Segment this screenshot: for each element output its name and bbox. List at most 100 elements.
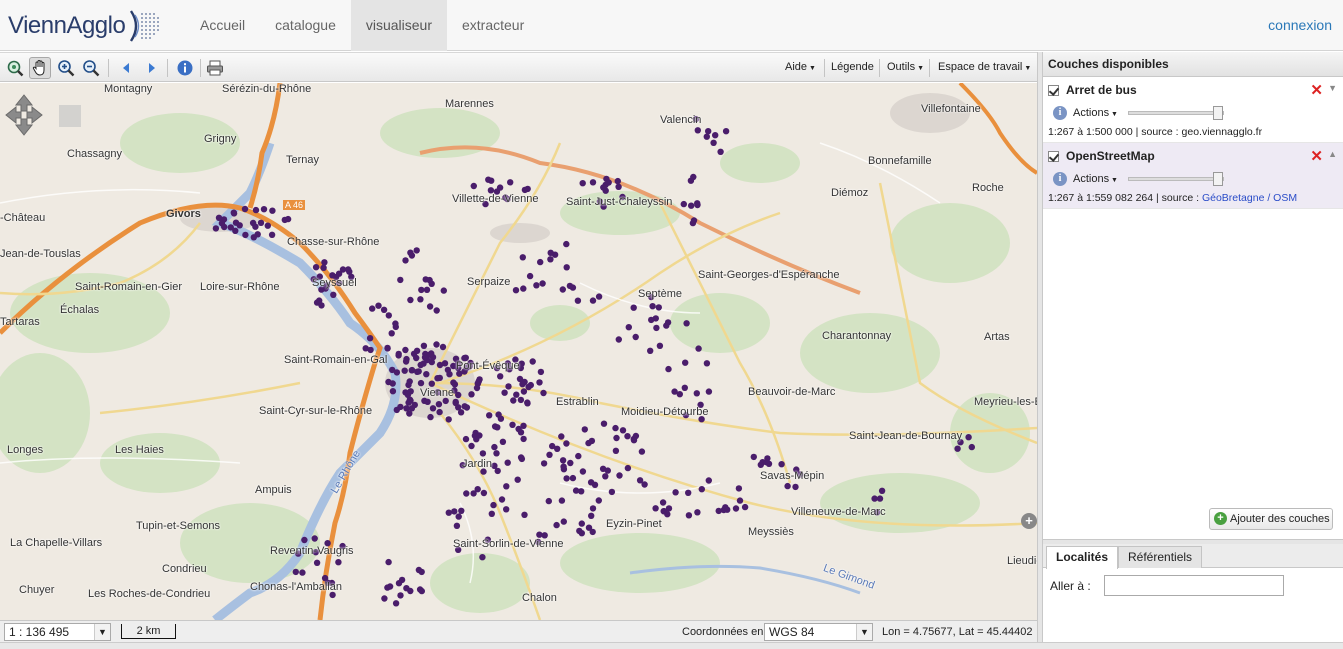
bus-stop-marker[interactable] bbox=[517, 429, 525, 436]
bus-stop-marker[interactable] bbox=[536, 531, 543, 538]
bus-stop-marker[interactable] bbox=[405, 399, 412, 406]
bus-stop-marker[interactable] bbox=[553, 521, 560, 529]
bus-stop-marker[interactable] bbox=[345, 266, 352, 273]
layer-info-icon[interactable]: i bbox=[1053, 172, 1067, 186]
bus-stop-marker[interactable] bbox=[513, 391, 520, 398]
bus-stop-marker[interactable] bbox=[470, 182, 477, 190]
bus-stop-marker[interactable] bbox=[433, 341, 440, 348]
layer-actions-menu[interactable]: Actions ▼ bbox=[1073, 173, 1118, 185]
bus-stop-marker[interactable] bbox=[705, 128, 712, 135]
bus-stop-marker[interactable] bbox=[292, 568, 299, 576]
bus-stop-marker[interactable] bbox=[581, 426, 588, 433]
bus-stop-marker[interactable] bbox=[407, 249, 414, 256]
bus-stop-marker[interactable] bbox=[965, 434, 972, 441]
bus-stop-marker[interactable] bbox=[455, 404, 462, 411]
map-canvas[interactable]: Montagny Sérézin-du-Rhône Marennes Villefon… bbox=[0, 83, 1037, 620]
bus-stop-marker[interactable] bbox=[495, 411, 502, 418]
bus-stop-marker[interactable] bbox=[455, 391, 462, 399]
bus-stop-marker[interactable] bbox=[579, 180, 586, 187]
bus-stop-marker[interactable] bbox=[659, 499, 667, 506]
bus-stop-marker[interactable] bbox=[705, 388, 713, 395]
bus-stop-marker[interactable] bbox=[722, 504, 729, 511]
bus-stop-marker[interactable] bbox=[689, 219, 697, 227]
projection-select[interactable]: WGS 84 ▼ bbox=[764, 623, 873, 641]
nav-visualiseur[interactable]: visualiseur bbox=[350, 0, 447, 51]
bus-stop-marker[interactable] bbox=[318, 302, 325, 309]
bus-stop-marker[interactable] bbox=[230, 209, 237, 216]
bus-stop-marker[interactable] bbox=[366, 335, 374, 342]
bus-stop-marker[interactable] bbox=[539, 280, 546, 287]
bus-stop-marker[interactable] bbox=[385, 558, 392, 566]
bus-stop-marker[interactable] bbox=[685, 489, 692, 496]
bus-stop-marker[interactable] bbox=[703, 360, 711, 367]
bus-stop-marker[interactable] bbox=[763, 459, 771, 466]
bus-stop-marker[interactable] bbox=[507, 179, 514, 186]
bus-stop-marker[interactable] bbox=[269, 207, 276, 214]
bus-stop-marker[interactable] bbox=[512, 287, 520, 294]
bus-stop-marker[interactable] bbox=[381, 595, 388, 602]
bus-stop-marker[interactable] bbox=[560, 518, 567, 525]
bus-stop-marker[interactable] bbox=[416, 586, 424, 593]
bus-stop-marker[interactable] bbox=[395, 580, 403, 587]
nav-extracteur[interactable]: extracteur bbox=[447, 0, 539, 51]
bus-stop-marker[interactable] bbox=[498, 496, 506, 503]
bus-stop-marker[interactable] bbox=[301, 536, 308, 544]
bus-stop-marker[interactable] bbox=[554, 445, 561, 452]
bus-stop-marker[interactable] bbox=[705, 477, 712, 484]
bus-stop-marker[interactable] bbox=[389, 366, 396, 374]
bus-stop-marker[interactable] bbox=[388, 330, 395, 337]
bus-stop-marker[interactable] bbox=[241, 205, 249, 213]
pan-hand-icon[interactable] bbox=[29, 57, 51, 79]
bus-stop-marker[interactable] bbox=[413, 247, 420, 254]
bus-stop-marker[interactable] bbox=[402, 257, 409, 264]
bus-stop-marker[interactable] bbox=[413, 354, 420, 362]
bus-stop-marker[interactable] bbox=[392, 600, 400, 607]
bus-stop-marker[interactable] bbox=[576, 527, 583, 535]
layer-visibility-checkbox[interactable] bbox=[1048, 84, 1059, 96]
bus-stop-marker[interactable] bbox=[878, 487, 886, 494]
bus-stop-marker[interactable] bbox=[428, 380, 435, 387]
bus-stop-marker[interactable] bbox=[249, 219, 257, 227]
bus-stop-marker[interactable] bbox=[615, 183, 622, 190]
bus-stop-marker[interactable] bbox=[496, 184, 504, 191]
bus-stop-marker[interactable] bbox=[367, 346, 374, 354]
nav-accueil[interactable]: Accueil bbox=[185, 0, 260, 51]
bus-stop-marker[interactable] bbox=[408, 366, 416, 374]
bus-stop-marker[interactable] bbox=[694, 127, 701, 134]
expand-overview-icon[interactable]: + bbox=[1021, 513, 1037, 529]
bus-stop-marker[interactable] bbox=[537, 368, 545, 376]
remove-layer-icon[interactable]: ✕ bbox=[1310, 81, 1323, 99]
bus-stop-marker[interactable] bbox=[778, 461, 785, 468]
bus-stop-marker[interactable] bbox=[439, 343, 447, 351]
bus-stop-marker[interactable] bbox=[474, 486, 481, 493]
bus-stop-marker[interactable] bbox=[688, 202, 695, 209]
bus-stop-marker[interactable] bbox=[417, 296, 424, 303]
chevron-up-icon[interactable]: ▲ bbox=[1328, 149, 1337, 159]
nav-catalogue[interactable]: catalogue bbox=[260, 0, 351, 51]
bus-stop-marker[interactable] bbox=[632, 333, 639, 341]
bus-stop-marker[interactable] bbox=[215, 214, 223, 221]
bus-stop-marker[interactable] bbox=[389, 380, 396, 387]
bus-stop-marker[interactable] bbox=[591, 481, 599, 488]
bus-stop-marker[interactable] bbox=[624, 464, 632, 472]
bus-stop-marker[interactable] bbox=[595, 293, 603, 300]
bus-stop-marker[interactable] bbox=[547, 256, 554, 263]
layer-visibility-checkbox[interactable] bbox=[1048, 150, 1059, 162]
bus-stop-marker[interactable] bbox=[429, 354, 437, 361]
bus-stop-marker[interactable] bbox=[479, 450, 487, 457]
chevron-down-icon[interactable]: ▼ bbox=[1328, 83, 1337, 93]
menu-espace-de-travail[interactable]: Espace de travail ▼ bbox=[938, 61, 1031, 73]
bus-stop-marker[interactable] bbox=[717, 148, 724, 155]
bus-stop-marker[interactable] bbox=[722, 128, 730, 135]
bus-stop-marker[interactable] bbox=[509, 421, 516, 428]
bus-stop-marker[interactable] bbox=[558, 433, 565, 440]
bus-stop-marker[interactable] bbox=[236, 222, 243, 229]
zoom-in-icon[interactable] bbox=[55, 57, 77, 79]
bus-stop-marker[interactable] bbox=[417, 379, 425, 387]
bus-stop-marker[interactable] bbox=[676, 391, 683, 398]
bus-stop-marker[interactable] bbox=[510, 397, 517, 404]
bus-stop-marker[interactable] bbox=[520, 435, 527, 443]
bus-stop-marker[interactable] bbox=[649, 303, 656, 310]
bus-stop-marker[interactable] bbox=[445, 416, 452, 423]
opacity-slider-knob[interactable] bbox=[1212, 172, 1223, 186]
